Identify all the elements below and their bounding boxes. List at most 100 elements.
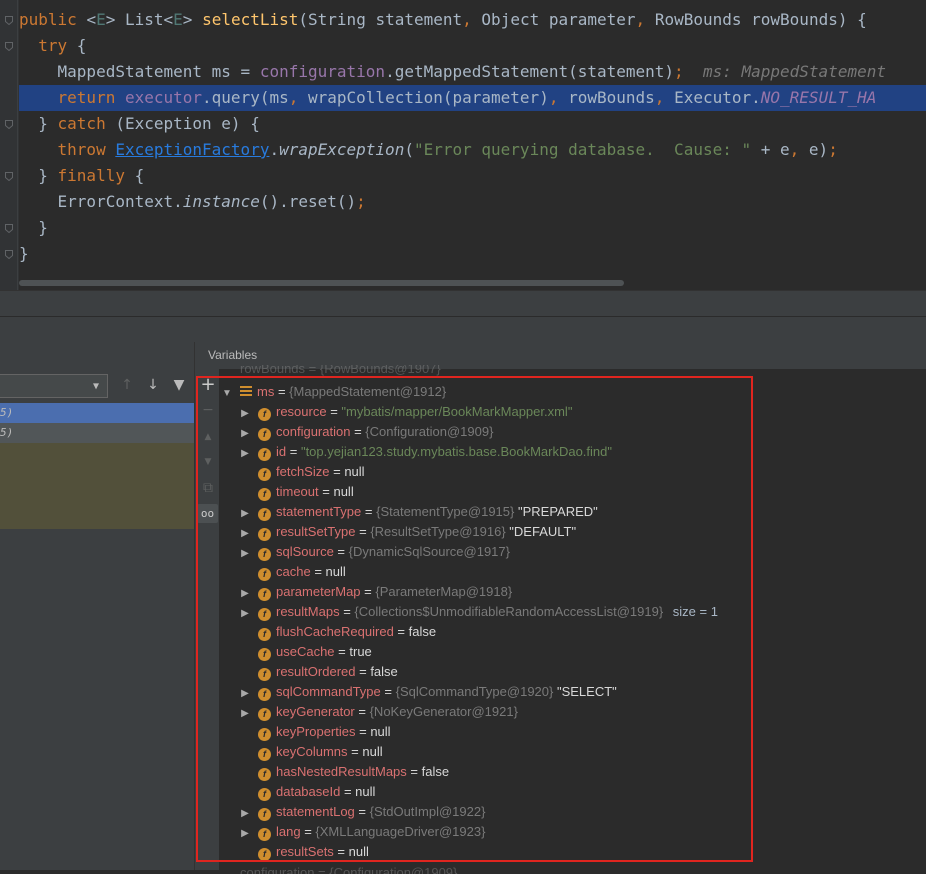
variable-row-ms[interactable]: ▼ ms = {MappedStatement@1912} <box>222 382 446 402</box>
variable-row-parameterMap[interactable]: ▶ f parameterMap = {ParameterMap@1918} <box>240 582 512 602</box>
code-token: rowBounds <box>568 88 655 107</box>
expand-arrow-icon[interactable]: ▶ <box>240 544 250 564</box>
field-icon: f <box>258 768 271 781</box>
field-icon: f <box>258 448 271 461</box>
variable-separator: = <box>380 684 396 699</box>
variable-name: resultMaps <box>276 604 340 619</box>
variable-row-useCache[interactable]: f useCache = true <box>240 642 372 662</box>
frame-list-library-frames[interactable] <box>0 443 194 529</box>
variable-row-fetchSize[interactable]: f fetchSize = null <box>240 462 365 482</box>
variable-row-sqlSource[interactable]: ▶ f sqlSource = {DynamicSqlSource@1917} <box>240 542 510 562</box>
variable-row-resultSets[interactable]: f resultSets = null <box>240 842 369 862</box>
add-watch-icon[interactable]: + <box>200 376 216 394</box>
code-line[interactable]: } <box>19 241 926 267</box>
variable-row-timeout[interactable]: f timeout = null <box>240 482 354 502</box>
fold-marker-icon[interactable] <box>5 172 13 181</box>
variable-separator: = <box>333 844 349 859</box>
variable-row-configuration[interactable]: ▶ f configuration = {Configuration@1909} <box>240 422 493 442</box>
code-token: , <box>462 10 482 29</box>
expand-arrow-icon[interactable]: ▶ <box>240 424 250 444</box>
variable-name: hasNestedResultMaps <box>276 764 407 779</box>
code-line[interactable]: public <E> List<E> selectList(String sta… <box>19 7 926 33</box>
code-token: wrapCollection(parameter) <box>308 88 549 107</box>
frame-item-selected[interactable]: 5) <box>0 403 194 423</box>
code-line[interactable]: } <box>19 215 926 241</box>
code-editor[interactable]: public <E> List<E> selectList(String sta… <box>0 0 926 290</box>
code-line-current[interactable]: return executor.query(ms, wrapCollection… <box>19 85 926 111</box>
variable-string-value: "mybatis/mapper/BookMarkMapper.xml" <box>341 404 573 419</box>
expanded-arrow-icon[interactable]: ▼ <box>222 384 232 404</box>
fold-marker-icon[interactable] <box>5 120 13 129</box>
code-line[interactable]: } finally { <box>19 163 926 189</box>
variable-row-hasNestedResultMaps[interactable]: f hasNestedResultMaps = false <box>240 762 449 782</box>
expand-arrow-icon[interactable]: ▶ <box>240 504 250 524</box>
variable-row-sqlCommandType[interactable]: ▶ f sqlCommandType = {SqlCommandType@1920}… <box>240 682 617 702</box>
code-token: , <box>548 88 569 107</box>
fold-marker-icon[interactable] <box>5 16 13 25</box>
field-icon: f <box>258 408 271 421</box>
expand-arrow-icon[interactable]: ▶ <box>240 684 250 704</box>
move-down-icon[interactable]: ▼ <box>200 454 216 470</box>
code-line[interactable]: MappedStatement ms = configuration.getMa… <box>19 59 926 85</box>
fold-marker-icon[interactable] <box>5 250 13 259</box>
code-line[interactable]: } catch (Exception e) { <box>19 111 926 137</box>
expand-arrow-icon[interactable]: ▶ <box>240 704 250 724</box>
variable-row-statementType[interactable]: ▶ f statementType = {StatementType@1915} "… <box>240 502 598 522</box>
variable-separator: = <box>406 764 422 779</box>
variable-value: "DEFAULT" <box>505 524 577 539</box>
frame-item[interactable]: 5) <box>0 423 194 443</box>
editor-horizontal-scrollbar[interactable] <box>19 280 624 286</box>
expand-arrow-icon[interactable]: ▶ <box>240 524 250 544</box>
variable-separator: = <box>354 704 370 719</box>
field-icon: f <box>258 548 271 561</box>
variable-row-keyGenerator[interactable]: ▶ f keyGenerator = {NoKeyGenerator@1921} <box>240 702 518 722</box>
variable-row-resource[interactable]: ▶ f resource = "mybatis/mapper/BookMarkMap… <box>240 402 572 422</box>
code-token: configuration <box>259 62 386 81</box>
variable-separator: = <box>350 424 366 439</box>
code-line[interactable]: throw ExceptionFactory.wrapException("Er… <box>19 137 926 163</box>
variable-row-flushCacheRequired[interactable]: f flushCacheRequired = false <box>240 622 436 642</box>
variable-row-resultMaps[interactable]: ▶ f resultMaps = {Collections$Unmodifiable… <box>240 602 718 622</box>
code-token: Object parameter <box>481 10 636 29</box>
expand-arrow-icon[interactable]: ▶ <box>240 824 250 844</box>
variable-row-cache[interactable]: f cache = null <box>240 562 346 582</box>
code-line[interactable]: try { <box>19 33 926 59</box>
arrow-down-icon[interactable]: ↓ <box>145 377 161 393</box>
variable-row-resultOrdered[interactable]: f resultOrdered = false <box>240 662 398 682</box>
code-token: } <box>19 114 58 133</box>
variable-ref: {XMLLanguageDriver@1923} <box>315 824 486 839</box>
code-token: NO_RESULT_HA <box>760 88 877 107</box>
variable-separator: = <box>354 804 370 819</box>
expand-arrow-icon[interactable]: ▶ <box>240 404 250 424</box>
expand-arrow-icon[interactable]: ▶ <box>240 804 250 824</box>
variable-row-id[interactable]: ▶ f id = "top.yejian123.study.mybatis.base… <box>240 442 612 462</box>
variable-row-keyProperties[interactable]: f keyProperties = null <box>240 722 391 742</box>
expand-arrow-icon[interactable]: ▶ <box>240 604 250 624</box>
move-up-icon[interactable]: ▲ <box>200 429 216 445</box>
fold-marker-icon[interactable] <box>5 42 13 51</box>
copy-icon[interactable]: ⧉ <box>200 480 216 496</box>
code-token: ErrorContext. <box>19 192 183 211</box>
variable-row-lang[interactable]: ▶ f lang = {XMLLanguageDriver@1923} <box>240 822 485 842</box>
fold-marker-icon[interactable] <box>5 224 13 233</box>
code-token: ; <box>828 140 838 159</box>
code-token: instance <box>182 192 260 211</box>
code-token: (Exception e) { <box>115 114 260 133</box>
variable-row-databaseId[interactable]: f databaseId = null <box>240 782 375 802</box>
funnel-icon[interactable]: ▼ <box>171 377 187 393</box>
thread-selector[interactable] <box>0 374 108 398</box>
arrow-up-icon[interactable]: ↑ <box>119 377 135 393</box>
variable-row-statementLog[interactable]: ▶ f statementLog = {StdOutImpl@1922} <box>240 802 485 822</box>
expand-arrow-icon[interactable]: ▶ <box>240 444 250 464</box>
variable-ref: {NoKeyGenerator@1921} <box>369 704 518 719</box>
code-line[interactable]: ErrorContext.instance().reset(); <box>19 189 926 215</box>
chevron-down-icon[interactable]: ▼ <box>93 381 99 392</box>
remove-watch-icon[interactable]: − <box>200 402 216 418</box>
variable-name: configuration <box>276 424 351 439</box>
variable-row-keyColumns[interactable]: f keyColumns = null <box>240 742 383 762</box>
glasses-icon[interactable]: oo <box>197 504 218 523</box>
variable-ref: {Configuration@1909} <box>365 424 494 439</box>
expand-arrow-icon[interactable]: ▶ <box>240 584 250 604</box>
variable-row-resultSetType[interactable]: ▶ f resultSetType = {ResultSetType@1916} "… <box>240 522 576 542</box>
variable-ref: {MappedStatement@1912} <box>289 384 447 399</box>
